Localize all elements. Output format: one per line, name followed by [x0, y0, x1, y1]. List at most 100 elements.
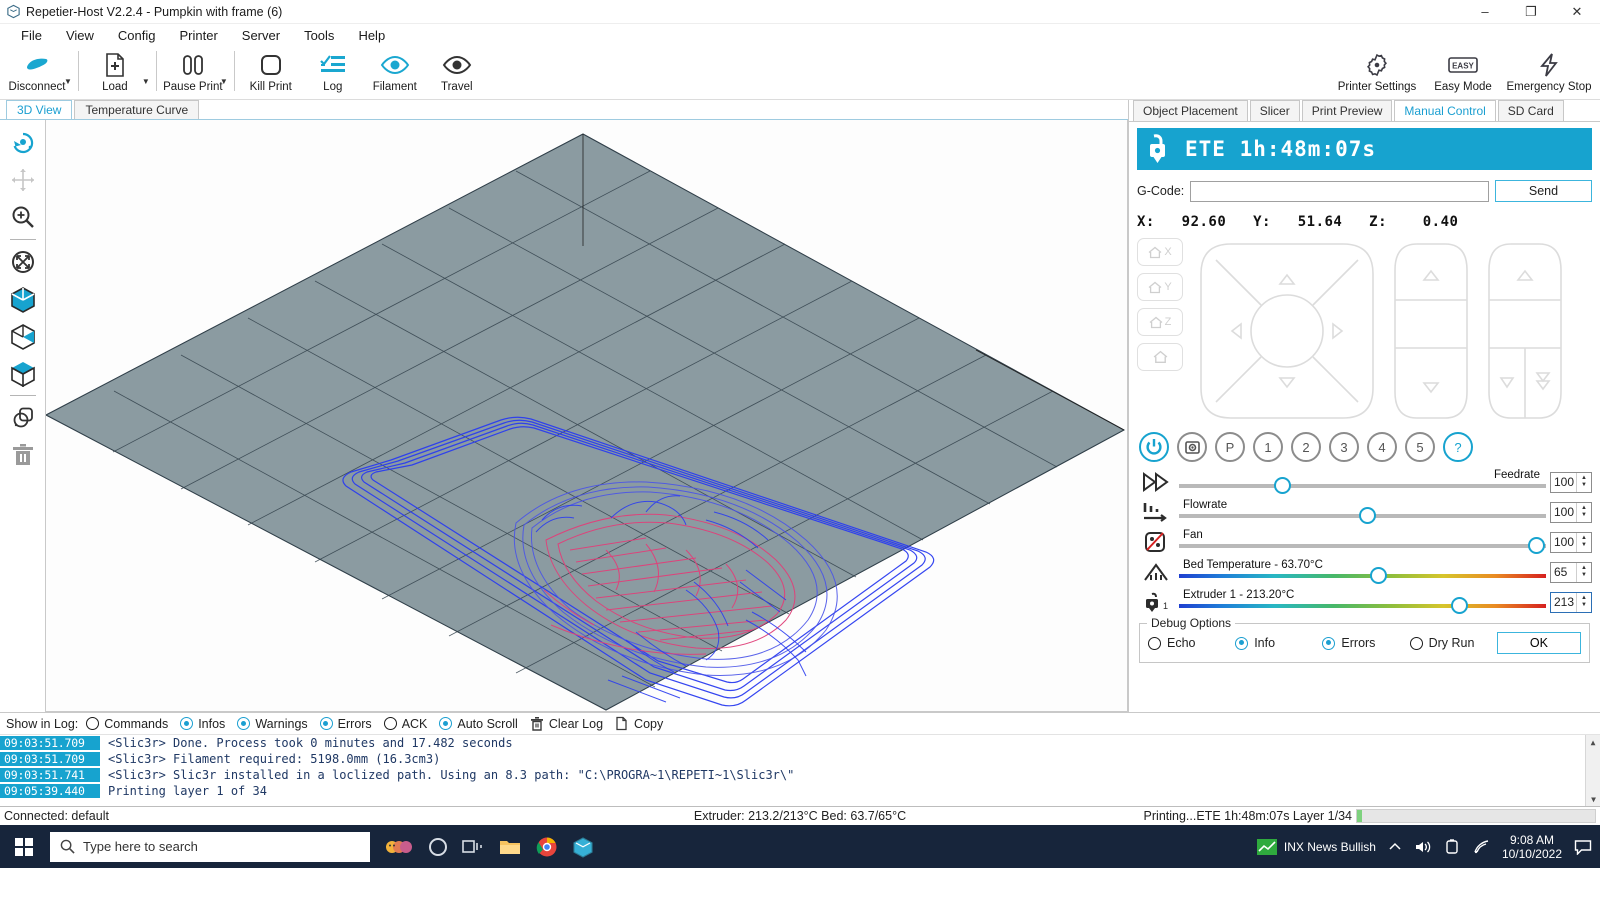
- printer-settings-button[interactable]: Printer Settings: [1334, 48, 1420, 93]
- wifi-icon[interactable]: [1472, 839, 1490, 855]
- scroll-up-icon[interactable]: ▲: [1586, 735, 1600, 750]
- pause-print-button[interactable]: Pause Print: [162, 48, 224, 93]
- move-view-tool[interactable]: [6, 163, 40, 197]
- chrome-icon[interactable]: [536, 836, 558, 858]
- menu-file[interactable]: File: [10, 26, 53, 45]
- travel-button[interactable]: Travel: [426, 48, 488, 93]
- log-filter-infos[interactable]: Infos: [180, 717, 225, 731]
- debug-ok-button[interactable]: OK: [1496, 632, 1582, 654]
- home-all-button[interactable]: [1137, 343, 1183, 371]
- battery-icon[interactable]: [1444, 838, 1460, 855]
- copy-object-tool[interactable]: [6, 401, 40, 435]
- radio-infos[interactable]: [180, 717, 194, 730]
- rotate-view-tool[interactable]: [6, 126, 40, 160]
- chevron-up-icon[interactable]: [1388, 840, 1402, 854]
- clear-log-button[interactable]: Clear Log: [530, 716, 603, 731]
- fan-thumb[interactable]: [1528, 537, 1545, 554]
- script-5-button[interactable]: 5: [1405, 432, 1435, 462]
- disconnect-dropdown-caret[interactable]: ▼: [64, 61, 72, 86]
- bed-temperature-thumb[interactable]: [1369, 567, 1387, 584]
- bed-temperature-spinner[interactable]: 65 ▲ ▼: [1550, 561, 1592, 583]
- radio-auto-scroll[interactable]: [439, 717, 453, 730]
- extruder-jog-pad[interactable]: [1481, 236, 1569, 426]
- load-dropdown-caret[interactable]: ▼: [142, 61, 150, 86]
- feedrate-track[interactable]: Feedrate: [1179, 467, 1546, 497]
- menu-tools[interactable]: Tools: [293, 26, 345, 45]
- home-y-button[interactable]: Y: [1137, 273, 1183, 301]
- script-3-button[interactable]: 3: [1329, 432, 1359, 462]
- scroll-down-icon[interactable]: ▼: [1586, 792, 1600, 806]
- radio-echo[interactable]: [1148, 636, 1161, 650]
- extruder-1-thumb[interactable]: [1450, 597, 1468, 614]
- tab-object-placement[interactable]: Object Placement: [1133, 100, 1248, 121]
- fan-track[interactable]: Fan: [1179, 527, 1546, 557]
- tab-temperature-curve[interactable]: Temperature Curve: [74, 100, 200, 119]
- 3d-viewport[interactable]: [45, 120, 1128, 712]
- send-button[interactable]: Send: [1495, 180, 1592, 202]
- log-button[interactable]: Log: [302, 48, 364, 93]
- repetier-host-icon[interactable]: [572, 836, 594, 858]
- view-mode-solid[interactable]: [6, 282, 40, 316]
- close-button[interactable]: ✕: [1554, 0, 1600, 24]
- home-z-button[interactable]: Z: [1137, 308, 1183, 336]
- log-filter-auto-scroll[interactable]: Auto Scroll: [439, 717, 518, 731]
- bed-temperature-track[interactable]: Bed Temperature - 63.70°C: [1179, 557, 1546, 587]
- tab-print-preview[interactable]: Print Preview: [1301, 100, 1393, 121]
- xy-jog-pad[interactable]: [1193, 236, 1381, 426]
- pause-dropdown-caret[interactable]: ▼: [220, 61, 228, 86]
- tab-slicer[interactable]: Slicer: [1249, 100, 1300, 121]
- file-explorer-icon[interactable]: [498, 837, 522, 857]
- flowrate-spinner[interactable]: 100 ▲ ▼: [1550, 501, 1592, 523]
- filament-button[interactable]: Filament: [364, 48, 426, 93]
- radio-errors-log[interactable]: [319, 717, 333, 730]
- notifications-icon[interactable]: [1574, 839, 1592, 855]
- scale-fit-tool[interactable]: [6, 245, 40, 279]
- radio-warnings[interactable]: [237, 717, 251, 730]
- radio-info[interactable]: [1235, 636, 1249, 650]
- menu-view[interactable]: View: [55, 26, 105, 45]
- debug-echo-option[interactable]: Echo: [1148, 636, 1231, 650]
- view-mode-wireframe[interactable]: [6, 356, 40, 390]
- load-button[interactable]: Load: [84, 48, 146, 93]
- copy-log-button[interactable]: Copy: [615, 716, 663, 731]
- gcode-input[interactable]: [1190, 180, 1489, 202]
- fan-spinner[interactable]: 100 ▲ ▼: [1550, 531, 1592, 553]
- script-4-button[interactable]: 4: [1367, 432, 1397, 462]
- power-toggle-button[interactable]: [1139, 432, 1169, 462]
- kill-print-button[interactable]: Kill Print: [240, 48, 302, 93]
- taskbar-search[interactable]: Type here to search: [50, 831, 370, 862]
- view-mode-transparent[interactable]: [6, 319, 40, 353]
- delete-object-tool[interactable]: [6, 438, 40, 472]
- taskbar-clock[interactable]: 9:08 AM 10/10/2022: [1502, 833, 1562, 861]
- cortana-icon[interactable]: [428, 837, 448, 857]
- radio-ack[interactable]: [383, 717, 397, 730]
- z-jog-pad[interactable]: [1387, 236, 1475, 426]
- menu-printer[interactable]: Printer: [168, 26, 228, 45]
- log-filter-ack[interactable]: ACK: [383, 717, 427, 731]
- start-button[interactable]: [0, 825, 48, 868]
- extruder-1-spinner[interactable]: 213 ▲ ▼: [1550, 591, 1592, 613]
- news-widget[interactable]: INX News Bullish: [1256, 838, 1376, 855]
- debug-info-option[interactable]: Info: [1235, 636, 1318, 650]
- flowrate-thumb[interactable]: [1358, 507, 1376, 524]
- help-button[interactable]: ?: [1443, 432, 1473, 462]
- maximize-button[interactable]: ❐: [1508, 0, 1554, 24]
- radio-commands[interactable]: [86, 717, 100, 730]
- flowrate-track[interactable]: Flowrate: [1179, 497, 1546, 527]
- tab-manual-control[interactable]: Manual Control: [1394, 100, 1496, 121]
- extruder-1-track[interactable]: Extruder 1 - 213.20°C: [1179, 587, 1546, 617]
- debug-dry-run-option[interactable]: Dry Run: [1409, 636, 1493, 650]
- log-filter-commands[interactable]: Commands: [86, 717, 168, 731]
- emoji-people-icon[interactable]: [384, 834, 414, 860]
- emergency-stop-button[interactable]: Emergency Stop: [1506, 48, 1592, 93]
- flowrate-stepper-arrows[interactable]: ▲ ▼: [1576, 502, 1591, 522]
- minimize-button[interactable]: –: [1462, 0, 1508, 24]
- log-filter-warnings[interactable]: Warnings: [237, 717, 308, 731]
- extruder-1-stepper-arrows[interactable]: ▲ ▼: [1576, 592, 1591, 612]
- feedrate-spinner[interactable]: 100 ▲ ▼: [1550, 471, 1592, 493]
- radio-dry-run[interactable]: [1409, 636, 1423, 650]
- script-2-button[interactable]: 2: [1291, 432, 1321, 462]
- script-1-button[interactable]: 1: [1253, 432, 1283, 462]
- log-view[interactable]: 09:03:51.709 <Slic3r> Done. Process took…: [0, 734, 1600, 806]
- menu-help[interactable]: Help: [347, 26, 396, 45]
